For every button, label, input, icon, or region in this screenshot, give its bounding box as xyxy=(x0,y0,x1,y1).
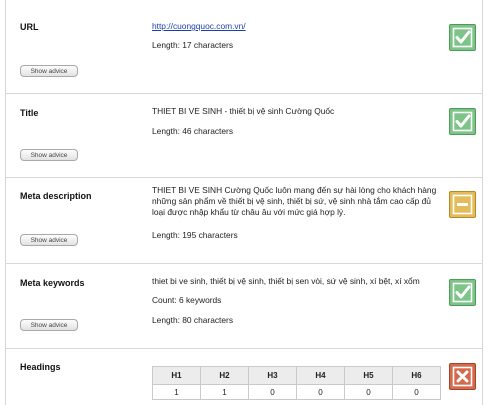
meta-description-label: Meta description xyxy=(20,191,92,201)
heading-h1-header: H1 xyxy=(152,366,201,385)
headings-table: H1 H2 H3 H4 H5 H6 1 1 0 0 0 0 xyxy=(152,366,441,400)
heading-h2-count: 1 xyxy=(200,384,249,400)
title-text: THIET BI VE SINH - thiết bị vệ sinh Cườn… xyxy=(152,106,335,116)
url-label: URL xyxy=(20,22,39,32)
meta-keywords-show-advice-button[interactable]: Show advice xyxy=(20,319,78,331)
meta-description-row: Meta description THIET BI VE SINH Cường … xyxy=(6,177,482,264)
heading-h6-count: 0 xyxy=(392,384,441,400)
checkmark-icon xyxy=(449,108,476,135)
headings-count-row: 1 1 0 0 0 0 xyxy=(152,384,441,400)
meta-keywords-count: Count: 6 keywords xyxy=(152,295,222,305)
minus-icon xyxy=(449,191,476,218)
url-link[interactable]: http://cuongquoc.com.vn/ xyxy=(152,21,246,31)
meta-description-text: THIET BI VE SINH Cường Quốc luôn mang đế… xyxy=(152,185,437,217)
heading-h4-header: H4 xyxy=(296,366,345,385)
checkmark-icon xyxy=(449,279,476,306)
checkmark-icon xyxy=(449,24,476,51)
meta-description-length: Length: 195 characters xyxy=(152,230,238,240)
heading-h3-header: H3 xyxy=(248,366,297,385)
headings-label: Headings xyxy=(20,362,61,372)
meta-keywords-label: Meta keywords xyxy=(20,278,85,288)
heading-h1-count: 1 xyxy=(152,384,201,400)
meta-keywords-length: Length: 80 characters xyxy=(152,315,234,325)
url-length: Length: 17 characters xyxy=(152,40,234,50)
headings-row: Headings H1 H2 H3 H4 H5 H6 1 1 0 0 0 0 xyxy=(6,348,482,405)
title-length: Length: 46 characters xyxy=(152,126,234,136)
title-label: Title xyxy=(20,108,39,118)
heading-h3-count: 0 xyxy=(248,384,297,400)
heading-h6-header: H6 xyxy=(392,366,441,385)
heading-h2-header: H2 xyxy=(200,366,249,385)
url-row: URL http://cuongquoc.com.vn/ Length: 17 … xyxy=(6,0,482,94)
title-show-advice-button[interactable]: Show advice xyxy=(20,149,78,161)
heading-h4-count: 0 xyxy=(296,384,345,400)
headings-header-row: H1 H2 H3 H4 H5 H6 xyxy=(152,366,441,385)
meta-keywords-row: Meta keywords thiet bi ve sinh, thiết bị… xyxy=(6,263,482,349)
title-row: Title THIET BI VE SINH - thiết bị vệ sin… xyxy=(6,93,482,178)
meta-keywords-text: thiet bi ve sinh, thiết bị vệ sinh, thiế… xyxy=(152,276,420,286)
cross-icon xyxy=(449,363,476,390)
heading-h5-count: 0 xyxy=(344,384,393,400)
url-show-advice-button[interactable]: Show advice xyxy=(20,65,78,77)
url-content: http://cuongquoc.com.vn/ xyxy=(152,21,246,32)
heading-h5-header: H5 xyxy=(344,366,393,385)
meta-description-show-advice-button[interactable]: Show advice xyxy=(20,234,78,246)
